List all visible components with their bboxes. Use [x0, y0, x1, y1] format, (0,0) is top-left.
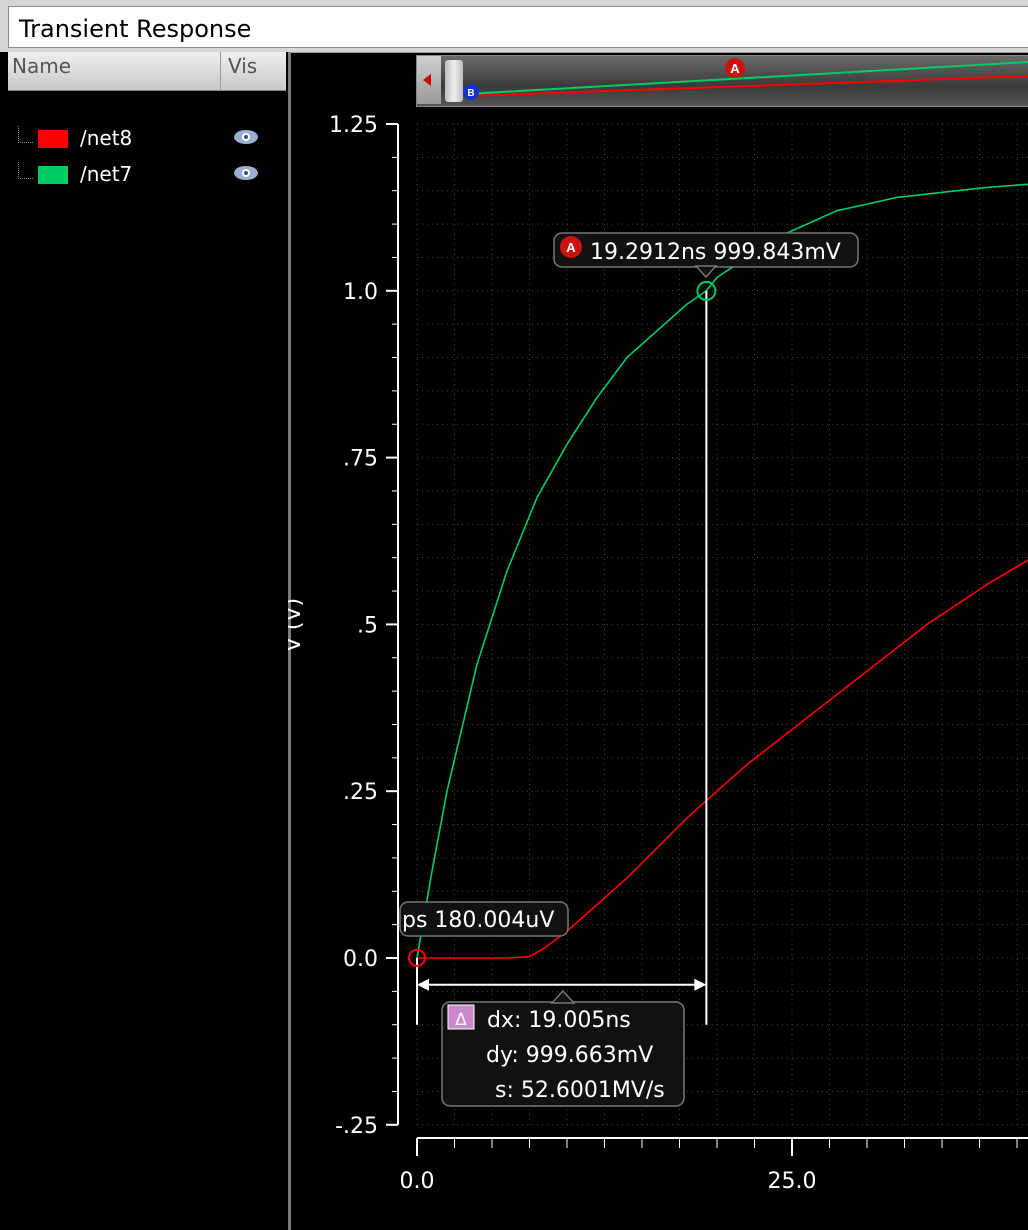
marker-a-badge-letter: A	[566, 240, 576, 255]
net7-color-swatch	[38, 166, 68, 184]
y-tick-label: -.25	[335, 1114, 378, 1139]
signal-browser: Name Vis /net8 /net7	[0, 52, 291, 1230]
overview-net7-trace	[466, 61, 1028, 95]
y-tick-label: 1.25	[329, 113, 378, 138]
overview-strip[interactable]: A B	[416, 55, 1028, 107]
overview-traces: A B	[463, 58, 1028, 100]
signal-name-net8: /net8	[80, 126, 133, 150]
eye-icon[interactable]	[232, 164, 260, 182]
title-field: Transient Response	[8, 6, 1028, 48]
x-tick-label: 0.0	[400, 1169, 435, 1194]
marker-a-label-pointer	[694, 265, 718, 279]
cursor-overlay: A 19.2912ns 999.843mV ps 180.004uV Δ dx:…	[399, 232, 859, 1107]
signal-row-net8[interactable]: /net8	[18, 126, 280, 156]
y-tick-label: .75	[343, 447, 378, 472]
overview-marker-b-letter: B	[467, 88, 474, 99]
delta-slope: s: 52.6001MV/s	[495, 1078, 665, 1103]
name-column-header[interactable]: Name	[12, 54, 71, 78]
delta-icon-glyph: Δ	[455, 1010, 467, 1030]
y-axis-label: V (V)	[288, 598, 306, 652]
marker-b-label[interactable]: ps 180.004uV	[399, 901, 569, 937]
window-title: Transient Response	[19, 15, 252, 43]
y-tick-label: .25	[343, 780, 378, 805]
transient-response-window: Transient Response Name Vis /net8 /net7	[0, 0, 1028, 1230]
marker-a-readout: 19.2912ns 999.843mV	[590, 240, 841, 265]
traces	[416, 183, 1028, 959]
delta-dx: dx: 19.005ns	[487, 1008, 631, 1033]
signal-browser-header: Name Vis	[8, 52, 286, 91]
delta-right-arrow	[694, 978, 707, 991]
y-tick-label: 0.0	[343, 947, 378, 972]
y-tick-label: .5	[357, 613, 378, 638]
signal-row-net7[interactable]: /net7	[18, 162, 280, 192]
eye-icon[interactable]	[232, 128, 260, 146]
x-tick-label: 25.0	[768, 1169, 817, 1194]
tree-connector	[18, 162, 33, 179]
column-separator[interactable]	[220, 52, 221, 90]
delta-readout[interactable]: Δ dx: 19.005ns dy: 999.663mV s: 52.6001M…	[441, 989, 685, 1107]
signal-name-net7: /net7	[80, 162, 133, 186]
title-bar: Transient Response	[0, 0, 1028, 53]
marker-b-readout: ps 180.004uV	[402, 908, 554, 933]
trace-net7	[416, 183, 1028, 959]
marker-a-label[interactable]: A 19.2912ns 999.843mV	[553, 232, 859, 279]
vis-column-header[interactable]: Vis	[228, 54, 257, 78]
delta-readout-pointer	[550, 989, 576, 1004]
net8-color-swatch	[38, 130, 68, 148]
delta-left-arrow	[417, 978, 429, 991]
y-tick-label: 1.0	[343, 280, 378, 305]
tree-connector	[18, 126, 33, 143]
waveform-plot[interactable]: 1.25 1.0 .75 .5 .25 0.0 -.25 0.0 25.0 V (V) A 19…	[288, 105, 1028, 1230]
delta-dy: dy: 999.663mV	[486, 1043, 653, 1068]
overview-marker-a-letter: A	[730, 61, 740, 76]
